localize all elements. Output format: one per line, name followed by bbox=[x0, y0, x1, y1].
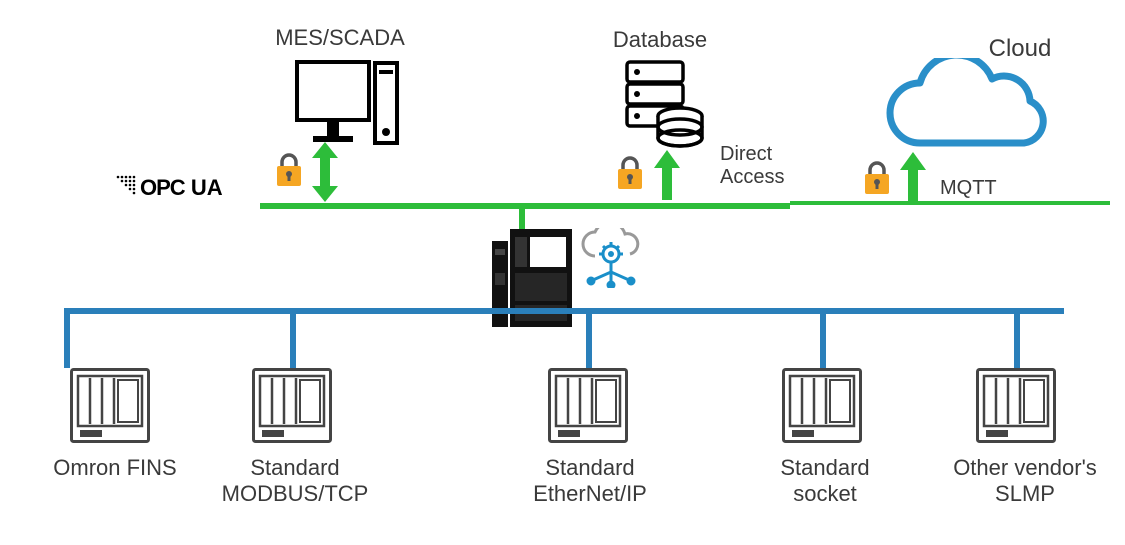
omron-fins-label: Omron FINS bbox=[40, 455, 190, 481]
mqtt-label: MQTT bbox=[940, 177, 1010, 200]
iot-emblem-icon bbox=[575, 228, 645, 288]
arrow-up-icon bbox=[652, 150, 682, 200]
green-bus-right bbox=[790, 201, 1110, 205]
modbus-label: Standard MODBUS/TCP bbox=[210, 455, 380, 507]
cloud-icon bbox=[865, 58, 1065, 163]
green-bus-left bbox=[260, 203, 790, 209]
opcua-dots-icon bbox=[108, 175, 136, 197]
lock-icon bbox=[274, 152, 304, 188]
blue-drop-5 bbox=[1014, 308, 1020, 368]
arrow-up-icon bbox=[898, 152, 928, 202]
direct-access-label: Direct Access bbox=[720, 143, 800, 189]
lock-icon bbox=[615, 155, 645, 191]
database-label: Database bbox=[600, 27, 720, 53]
plc-icon bbox=[252, 368, 332, 443]
database-icon bbox=[625, 60, 705, 155]
mes-scada-label: MES/SCADA bbox=[270, 25, 410, 51]
edge-gateway-icon bbox=[490, 225, 575, 330]
mes-scada-icon bbox=[295, 60, 400, 155]
blue-drop-1 bbox=[64, 308, 70, 368]
arrow-updown-icon bbox=[310, 142, 340, 202]
blue-drop-3 bbox=[586, 308, 592, 368]
slmp-label: Other vendor's SLMP bbox=[940, 455, 1110, 507]
plc-icon bbox=[782, 368, 862, 443]
blue-bus bbox=[64, 308, 1064, 314]
lock-icon bbox=[862, 160, 892, 196]
blue-drop-4 bbox=[820, 308, 826, 368]
ethernetip-label: Standard EtherNet/IP bbox=[510, 455, 670, 507]
plc-icon bbox=[548, 368, 628, 443]
blue-drop-2 bbox=[290, 308, 296, 368]
socket-label: Standard socket bbox=[760, 455, 890, 507]
opcua-logo: OPC UA bbox=[140, 175, 223, 201]
plc-icon bbox=[70, 368, 150, 443]
plc-icon bbox=[976, 368, 1056, 443]
